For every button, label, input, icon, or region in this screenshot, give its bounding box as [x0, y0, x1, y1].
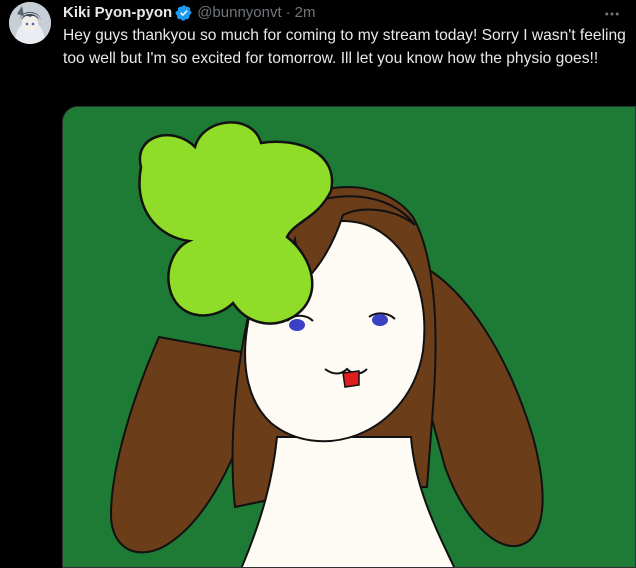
timestamp[interactable]: 2m — [295, 3, 316, 23]
tweet-text: Hey guys thankyou so much for coming to … — [63, 27, 631, 67]
user-handle[interactable]: @bunnyonvt — [197, 3, 281, 23]
tweet-header: Kiki Pyon-pyon @bunnyonvt · 2m — [63, 2, 315, 24]
tweet-card[interactable]: Kiki Pyon-pyon @bunnyonvt · 2m Hey guys … — [0, 0, 636, 568]
tweet-image[interactable] — [62, 106, 636, 568]
avatar[interactable] — [9, 2, 51, 44]
more-options-icon[interactable] — [602, 4, 622, 24]
verified-badge-icon — [175, 4, 193, 22]
separator-dot: · — [285, 4, 291, 21]
display-name[interactable]: Kiki Pyon-pyon — [63, 3, 172, 23]
